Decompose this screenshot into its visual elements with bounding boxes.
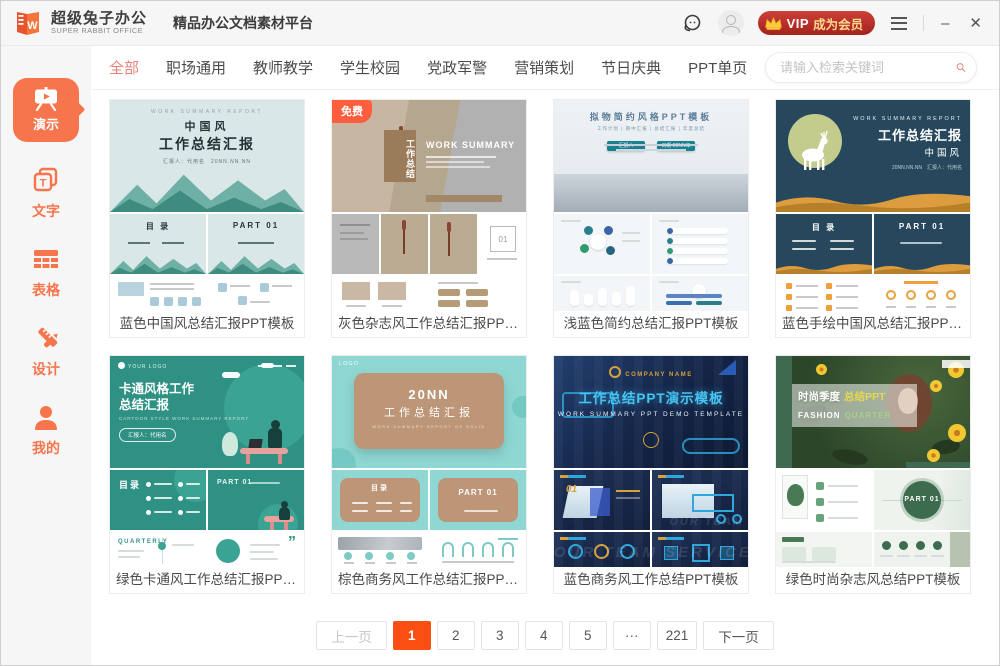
title-bar: W 超级兔子办公 SUPER RABBIT OFFICE 精品办公文档素材平台 [1, 1, 999, 46]
divider [923, 15, 924, 31]
template-card[interactable]: LOGO 20NN 工作总结汇报 WORK SUMMARY REPORT OF … [331, 355, 527, 594]
template-thumbnail: WORK SUMMARY REPORT 中国风 工作总结汇报 汇报人：代用名 2… [110, 100, 304, 311]
template-title: 蓝色手绘中国风总结汇报PPT... [776, 311, 970, 337]
template-card[interactable]: WORK SUMMARY REPORT 工作总结汇报 中国风 20NN.NN.N… [775, 99, 971, 338]
design-tools-icon [31, 324, 61, 354]
template-card[interactable]: YOUR LOGO 卡通风格工作总结汇报 CARTOON STYLE WORK … [109, 355, 305, 594]
tab-all[interactable]: 全部 [109, 57, 139, 78]
tab-teaching[interactable]: 教师教学 [253, 57, 313, 78]
vip-cta-label: 成为会员 [813, 14, 863, 33]
tab-workplace[interactable]: 职场通用 [166, 57, 226, 78]
page-button[interactable]: 4 [525, 621, 563, 650]
template-grid: WORK SUMMARY REPORT 中国风 工作总结汇报 汇报人：代用名 2… [91, 90, 999, 594]
svg-text:T: T [40, 178, 47, 190]
page-button[interactable]: 2 [437, 621, 475, 650]
search-icon[interactable] [956, 59, 966, 76]
template-thumbnail: COMPANY NAME 工作总结PPT演示模板 WORK SUMMARY PP… [554, 356, 748, 567]
template-title: 灰色杂志风工作总结汇报PPT... [332, 311, 526, 337]
table-icon [31, 245, 61, 275]
tab-campus[interactable]: 学生校园 [340, 57, 400, 78]
template-title: 蓝色商务风工作总结PPT模板 [554, 567, 748, 593]
sidebar-item-label: 表格 [32, 280, 60, 300]
category-toolbar: 全部 职场通用 教师教学 学生校园 党政军警 营销策划 节日庆典 PPT单页 [91, 46, 999, 90]
template-title: 棕色商务风工作总结汇报PPT... [332, 567, 526, 593]
vip-label: VIP [787, 16, 809, 31]
app-logo-text: 超级兔子办公 SUPER RABBIT OFFICE [51, 11, 147, 35]
template-card[interactable]: COMPANY NAME 工作总结PPT演示模板 WORK SUMMARY PP… [553, 355, 749, 594]
template-card[interactable]: 时尚季度总结PPT FASHIONQUARTER [775, 355, 971, 594]
template-card[interactable]: 免费 工作总结 WORK SUMMARY [331, 99, 527, 338]
sidebar-item-text[interactable]: T 文字 [31, 166, 61, 221]
sidebar-item-mine[interactable]: 我的 [31, 403, 61, 458]
sidebar-item-label: 文字 [32, 201, 60, 221]
template-card[interactable]: WORK SUMMARY REPORT 中国风 工作总结汇报 汇报人：代用名 2… [109, 99, 305, 338]
main-content: 全部 职场通用 教师教学 学生校园 党政军警 营销策划 节日庆典 PPT单页 [91, 46, 999, 665]
template-thumbnail: 时尚季度总结PPT FASHIONQUARTER [776, 356, 970, 567]
sidebar-item-label: 设计 [32, 359, 60, 379]
template-thumbnail: WORK SUMMARY REPORT 工作总结汇报 中国风 20NN.NN.N… [776, 100, 970, 311]
prev-page-button[interactable]: 上一页 [316, 621, 387, 650]
page-button[interactable]: 3 [481, 621, 519, 650]
template-card[interactable]: 拟物简约风格PPT模板 工作计划 | 期中汇报 | 总结汇报 | 年度总结 汇报… [553, 99, 749, 338]
tab-party-gov[interactable]: 党政军警 [427, 57, 487, 78]
tab-single-page[interactable]: PPT单页 [688, 57, 747, 78]
template-title: 绿色时尚杂志风总结PPT模板 [776, 567, 970, 593]
page-button[interactable]: 221 [657, 621, 698, 650]
user-icon [31, 403, 61, 433]
minimize-button[interactable]: – [938, 16, 952, 31]
sidebar-item-spreadsheet[interactable]: 表格 [31, 245, 61, 300]
avatar-person-icon [726, 15, 736, 25]
customer-service-icon[interactable] [680, 11, 704, 35]
app-logo-icon: W [13, 8, 43, 38]
tab-festival[interactable]: 节日庆典 [601, 57, 661, 78]
text-doc-icon: T [31, 166, 61, 196]
pagination: 上一页 1 2 3 4 5 ··· 221 下一页 [91, 621, 999, 650]
menu-icon[interactable] [889, 13, 909, 34]
free-badge: 免费 [332, 100, 372, 123]
template-thumbnail: YOUR LOGO 卡通风格工作总结汇报 CARTOON STYLE WORK … [110, 356, 304, 567]
crown-icon [764, 15, 783, 31]
avatar[interactable] [718, 10, 744, 36]
sidebar-item-label: 我的 [32, 438, 60, 458]
app-subtitle: SUPER RABBIT OFFICE [51, 27, 147, 35]
app-window: W 超级兔子办公 SUPER RABBIT OFFICE 精品办公文档素材平台 [0, 0, 1000, 666]
sidebar-item-presentation[interactable]: 演示 [13, 78, 79, 142]
page-button[interactable]: 1 [393, 621, 431, 650]
template-thumbnail: 拟物简约风格PPT模板 工作计划 | 期中汇报 | 总结汇报 | 年度总结 汇报… [554, 100, 748, 311]
presentation-easel-icon [33, 87, 59, 111]
page-button[interactable]: 5 [569, 621, 607, 650]
template-thumbnail: 免费 工作总结 WORK SUMMARY [332, 100, 526, 311]
vip-upgrade-button[interactable]: VIP 成为会员 [758, 11, 875, 35]
close-button[interactable]: ✕ [966, 16, 985, 31]
app-title: 超级兔子办公 [51, 11, 147, 27]
platform-title: 精品办公文档素材平台 [173, 13, 313, 33]
template-title: 蓝色中国风总结汇报PPT模板 [110, 311, 304, 337]
template-title: 绿色卡通风工作总结汇报PPT... [110, 567, 304, 593]
page-ellipsis-button[interactable]: ··· [613, 621, 651, 650]
category-tabs: 全部 职场通用 教师教学 学生校园 党政军警 营销策划 节日庆典 PPT单页 [109, 57, 747, 78]
template-title: 浅蓝色简约总结汇报PPT模板 [554, 311, 748, 337]
next-page-button[interactable]: 下一页 [703, 621, 774, 650]
search-box [765, 52, 977, 83]
search-input[interactable] [780, 60, 956, 75]
template-thumbnail: LOGO 20NN 工作总结汇报 WORK SUMMARY REPORT OF … [332, 356, 526, 567]
svg-text:W: W [27, 20, 38, 32]
tab-marketing[interactable]: 营销策划 [514, 57, 574, 78]
sidebar: 演示 T 文字 表格 [1, 46, 91, 665]
sidebar-item-label: 演示 [33, 114, 59, 133]
sidebar-item-design[interactable]: 设计 [31, 324, 61, 379]
